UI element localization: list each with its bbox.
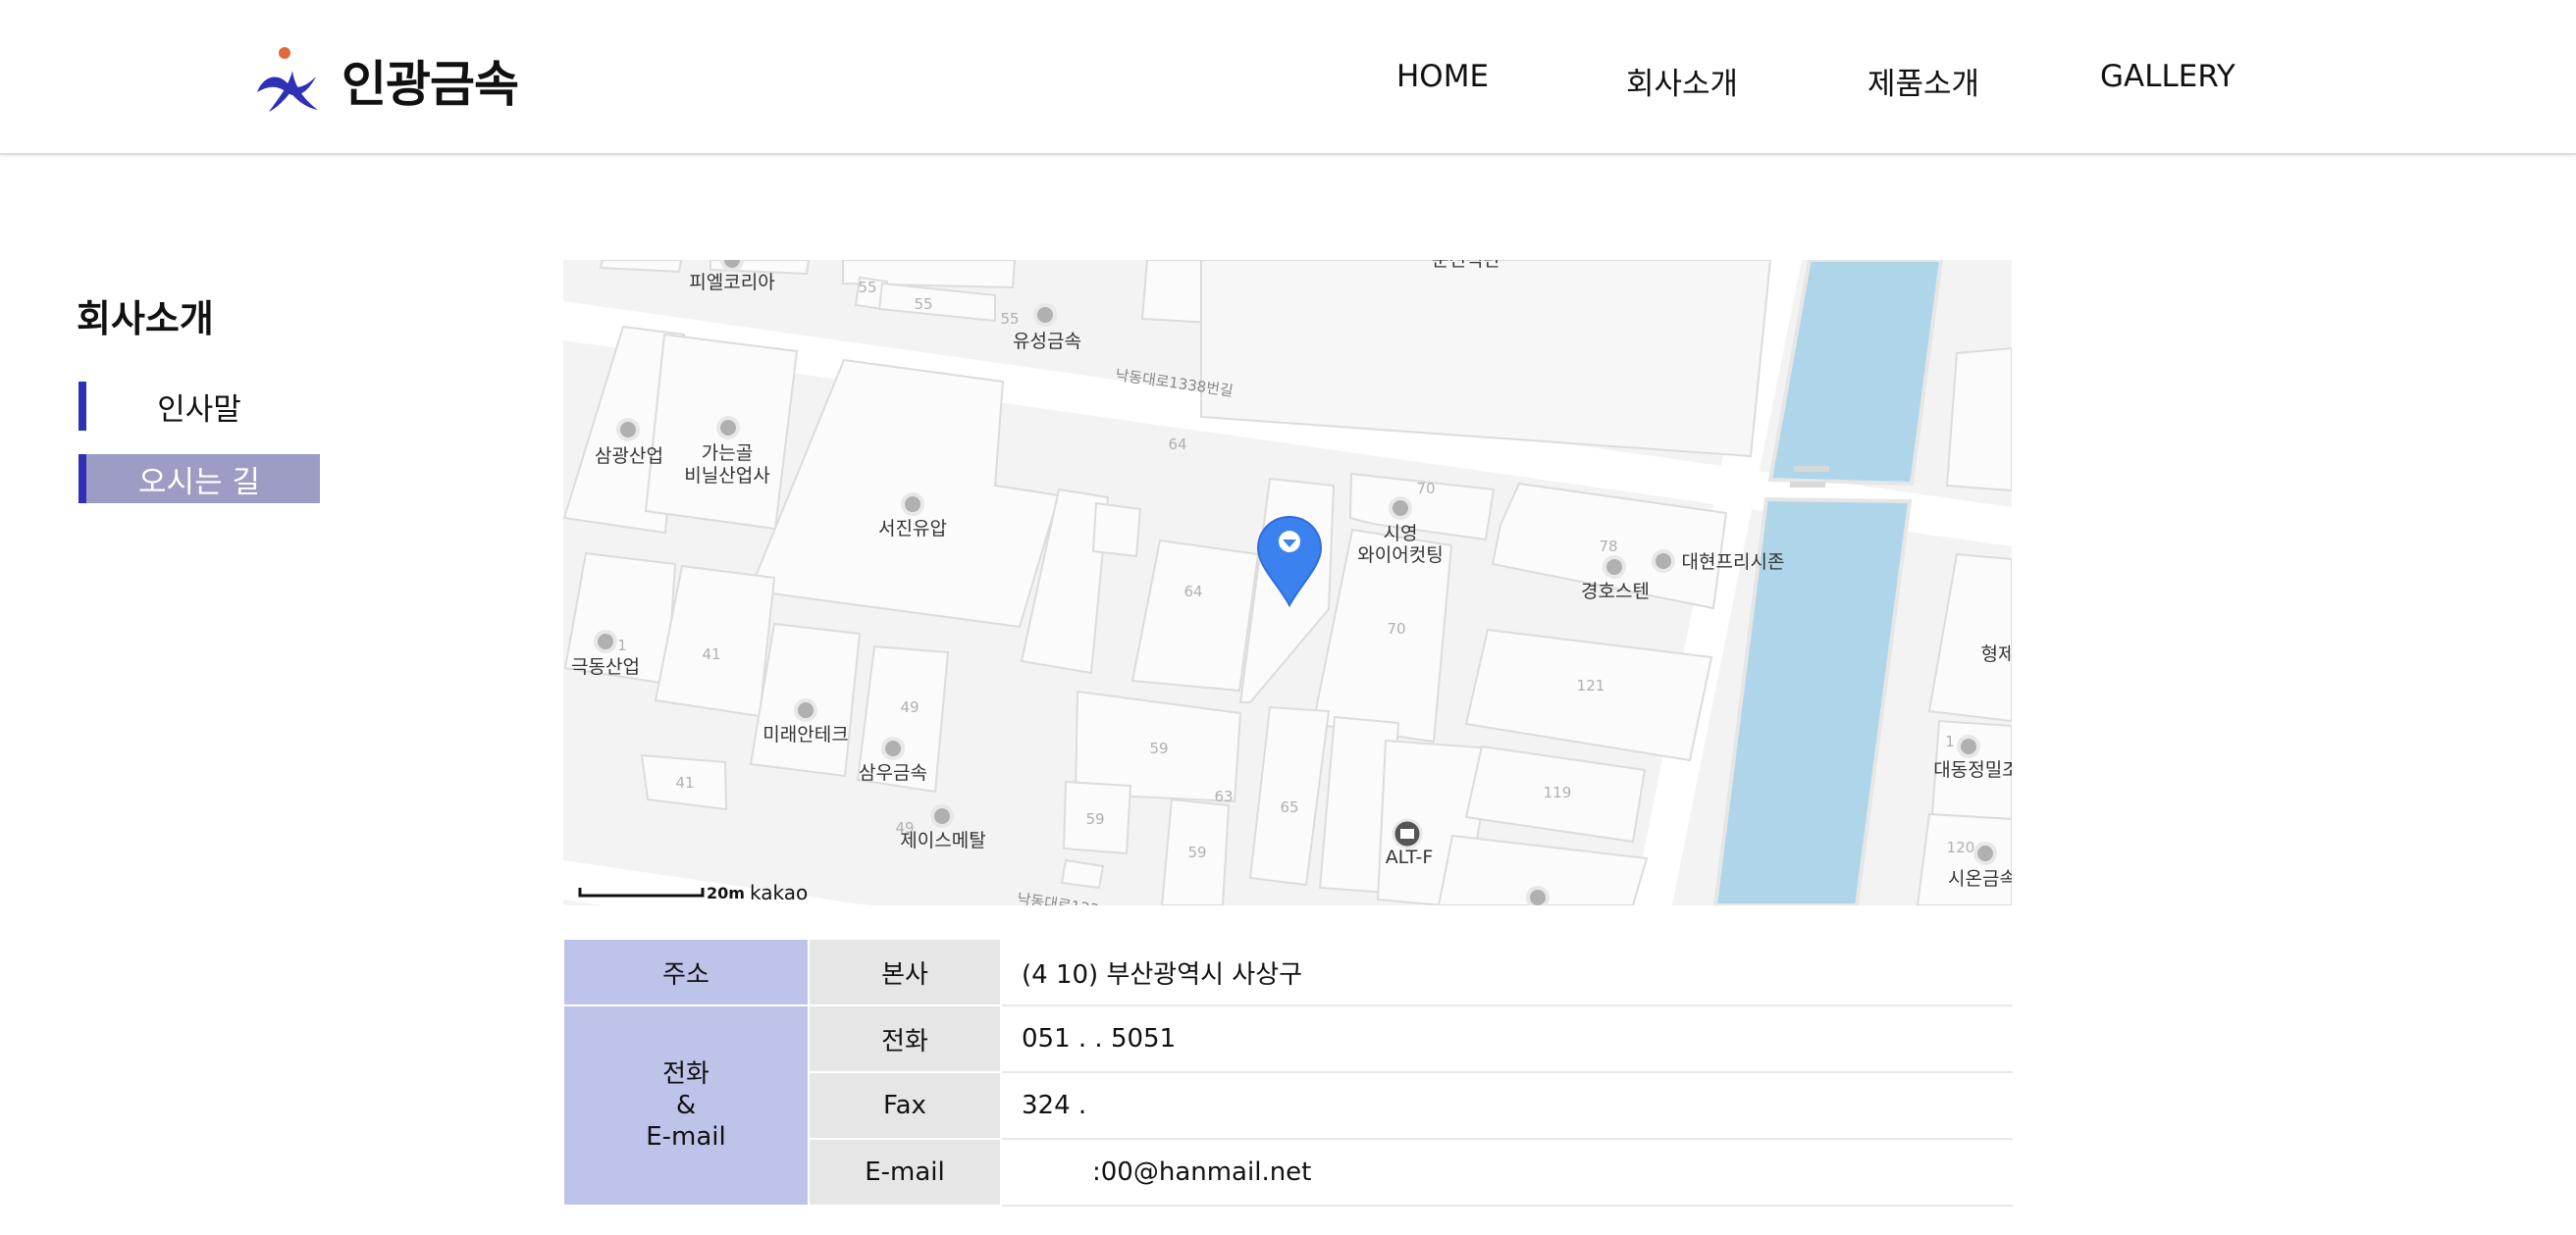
svg-text:비닐산업사: 비닐산업사: [684, 465, 769, 487]
svg-text:와이어컷팅: 와이어컷팅: [1357, 544, 1443, 566]
sidebar-item-label: 오시는 길: [138, 464, 260, 500]
svg-text:제이스메탈: 제이스메탈: [900, 830, 985, 851]
svg-text:형제: 형제: [1981, 643, 2012, 665]
email-sub-header: E-mail: [808, 1138, 1002, 1207]
fax-sub-header: Fax: [808, 1071, 1002, 1140]
contact-header-line: 전화: [662, 1059, 710, 1089]
svg-text:미래안테크: 미래안테크: [762, 724, 848, 746]
contact-header-line: &: [675, 1091, 697, 1120]
address-sub-header: 본사: [808, 938, 1002, 1006]
svg-text:삼우금속: 삼우금속: [859, 762, 927, 784]
sidebar-item-greeting[interactable]: 인사말: [79, 382, 320, 431]
svg-text:63: 63: [1214, 788, 1233, 805]
svg-text:120: 120: [1947, 839, 1975, 856]
sidebar-item-label: 인사말: [157, 391, 241, 428]
sidebar-item-marker: [79, 382, 86, 431]
table-row: 전화 & E-mail 전화 051 . . 5051: [562, 1004, 2013, 1207]
svg-text:41: 41: [702, 645, 720, 663]
svg-text:70: 70: [1416, 480, 1435, 497]
sidebar-item-marker: [79, 454, 86, 503]
nav-home[interactable]: HOME: [1396, 59, 1489, 94]
svg-text:1: 1: [617, 637, 627, 654]
location-map[interactable]: 55 55 55 64 70 78 64 68 70 121 41 1 41 4…: [563, 260, 2012, 905]
phone-value: 051 . . 5051: [1000, 1004, 2013, 1073]
svg-text:kakao: kakao: [750, 881, 808, 904]
sidebar-item-directions[interactable]: 오시는 길: [79, 454, 320, 503]
svg-text:55: 55: [914, 295, 932, 313]
nav-products[interactable]: 제품소개: [1867, 59, 1979, 103]
fax-value: 324 .: [1000, 1071, 2013, 1140]
svg-text:70: 70: [1387, 620, 1405, 638]
svg-text:55: 55: [1000, 310, 1019, 328]
contact-header-line: E-mail: [646, 1122, 726, 1152]
svg-text:121: 121: [1577, 677, 1605, 695]
phone-sub-header: 전화: [808, 1004, 1002, 1073]
svg-text:20m: 20m: [707, 884, 745, 902]
svg-text:서진유압: 서진유압: [878, 518, 947, 540]
nav-gallery[interactable]: GALLERY: [2100, 59, 2235, 94]
svg-text:64: 64: [1183, 583, 1202, 600]
svg-text:가는골: 가는골: [702, 442, 753, 464]
svg-text:65: 65: [1280, 798, 1298, 816]
address-value: (4 10) 부산광역시 사상구: [1000, 938, 2013, 1006]
svg-text:119: 119: [1544, 784, 1572, 801]
svg-text:대현프리시존: 대현프리시존: [1682, 551, 1785, 573]
svg-text:59: 59: [1149, 740, 1168, 757]
company-info-table: 주소 본사 (4 10) 부산광역시 사상구 전화 & E-mail 전화 05…: [562, 938, 2013, 1207]
svg-text:피엘코리아: 피엘코리아: [689, 272, 774, 293]
main-nav: HOME 회사소개 제품소개 GALLERY: [0, 59, 2576, 108]
nav-company[interactable]: 회사소개: [1626, 59, 1738, 103]
contact-header: 전화 & E-mail: [562, 1004, 810, 1207]
svg-text:ALT-F: ALT-F: [1386, 847, 1434, 868]
svg-text:78: 78: [1599, 538, 1617, 555]
svg-text:59: 59: [1187, 844, 1206, 861]
svg-text:59: 59: [1085, 810, 1104, 828]
svg-text:55: 55: [858, 279, 876, 296]
svg-text:시온금속: 시온금속: [1948, 868, 2012, 890]
svg-text:41: 41: [675, 774, 694, 792]
svg-text:대동정밀조: 대동정밀조: [1933, 759, 2012, 781]
svg-text:극동산업: 극동산업: [571, 656, 640, 678]
sidebar-title: 회사소개: [77, 297, 214, 340]
table-row: 주소 본사 (4 10) 부산광역시 사상구: [562, 938, 2013, 1006]
email-value[interactable]: :00@hanmail.net: [1000, 1138, 2013, 1207]
svg-text:삼광산업: 삼광산업: [595, 445, 663, 467]
site-header: 인광금속 HOME 회사소개 제품소개 GALLERY: [0, 0, 2576, 155]
svg-text:운진직판: 운진직판: [1432, 260, 1500, 271]
svg-text:시영: 시영: [1384, 523, 1418, 544]
svg-text:1: 1: [1945, 733, 1955, 750]
svg-text:유성금속: 유성금속: [1013, 331, 1081, 352]
svg-text:경호스텐: 경호스텐: [1581, 581, 1650, 602]
address-header: 주소: [562, 938, 810, 1006]
svg-text:49: 49: [900, 698, 919, 716]
svg-text:64: 64: [1168, 436, 1186, 453]
